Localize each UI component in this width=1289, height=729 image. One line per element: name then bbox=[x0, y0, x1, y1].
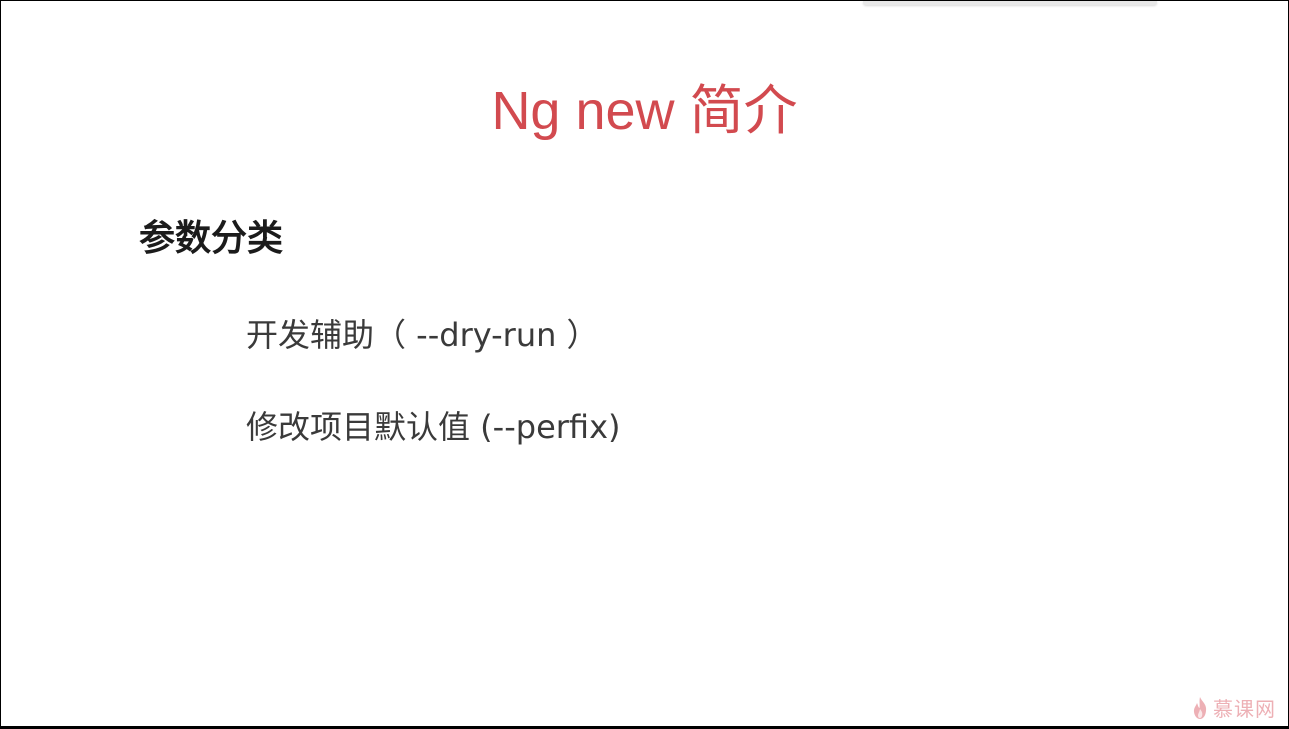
watermark: 慕课网 bbox=[1191, 693, 1276, 722]
presentation-slide: Ng new 简介 参数分类 开发辅助（ --dry-run ） 修改项目默认值… bbox=[1, 1, 1288, 726]
bullet-item: 开发辅助（ --dry-run ） bbox=[246, 316, 599, 354]
flame-logo-icon bbox=[1191, 696, 1209, 720]
watermark-text: 慕课网 bbox=[1213, 697, 1276, 721]
bullet-item: 修改项目默认值 (--perfix) bbox=[246, 408, 621, 446]
section-heading: 参数分类 bbox=[139, 218, 284, 259]
window-top-strip bbox=[863, 1, 1157, 5]
slide-title: Ng new 简介 bbox=[491, 81, 798, 141]
